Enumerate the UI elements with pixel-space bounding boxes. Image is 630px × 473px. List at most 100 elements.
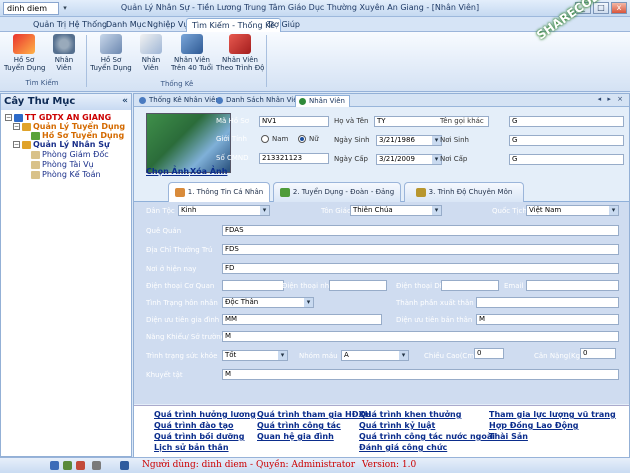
label-ngay-cap: Ngày Cấp (334, 155, 368, 163)
link-tham-gia-luc-luong-vu-trang[interactable]: Tham gia lực lượng vũ trang (489, 410, 616, 419)
version-label: Version: 1.0 (362, 460, 417, 470)
link-danh-gia-cong-chuc[interactable]: Đánh giá công chức (359, 443, 447, 452)
tree-expander-icon[interactable]: − (5, 114, 12, 121)
link-qua-trinh-boi-duong[interactable]: Quá trình bồi dưỡng (154, 432, 244, 441)
que-quan-input[interactable]: FDAS (222, 225, 619, 236)
link-qua-trinh-tham-gia-hdxh[interactable]: Quá trình tham gia HĐXH (257, 410, 371, 419)
tab-trinh-do-chuyen-mon[interactable]: 3. Trình Độ Chuyên Môn (404, 182, 524, 202)
stat-ho-so-tuyen-dung-button[interactable]: Hồ Sơ Tuyển Dụng (90, 34, 132, 72)
folder-icon (14, 113, 23, 122)
link-qua-trinh-ky-luat[interactable]: Quá trình kỷ luật (359, 421, 435, 430)
chieu-cao-input[interactable]: 0 (474, 348, 504, 359)
stat-nhan-vien-tren-40-tuoi-button[interactable]: Nhân Viên Trên 40 Tuổi (170, 34, 214, 72)
so-cmnd-input[interactable]: 213321123 (259, 153, 329, 164)
ngay-cap-datepicker[interactable]: 3/21/2009 (376, 154, 442, 165)
label-que-quan: Quê Quán (146, 227, 182, 235)
label-dien-uu-tien-ban-than: Diện ưu tiên bản thân (396, 316, 473, 324)
link-qua-trinh-huong-luong[interactable]: Quá trình hưởng lương (154, 410, 256, 419)
label-dia-chi-thuong-tru: Địa Chỉ Thường Trú (146, 246, 213, 254)
quick-access-dropdown-icon[interactable]: ▾ (60, 2, 70, 15)
link-lich-su-ban-than[interactable]: Lịch sử bản thân (154, 443, 229, 452)
email-field[interactable] (526, 280, 619, 291)
settings-icon[interactable] (76, 461, 85, 470)
dien-thoai-dd-input[interactable] (441, 280, 499, 291)
dien-thoai-nha-input[interactable] (329, 280, 387, 291)
link-qua-trinh-dao-tao[interactable]: Quá trình đào tạo (154, 421, 234, 430)
gender-female-radio[interactable] (298, 135, 306, 143)
tree-expander-icon[interactable]: − (13, 123, 20, 130)
tab-tro-giup[interactable]: Trợ Giúp (262, 18, 305, 32)
nhom-mau-select[interactable]: A (341, 350, 409, 361)
label-ho-va-ten: Họ và Tên (334, 117, 369, 125)
tree-node-phong-giam-doc[interactable]: Phòng Giám Đốc (31, 150, 109, 159)
dia-chi-thuong-tru-input[interactable]: FDS (222, 244, 619, 255)
tab-nhan-vien[interactable]: Nhân Viên (295, 95, 350, 107)
link-qua-trinh-khen-thuong[interactable]: Quá trình khen thưởng (359, 410, 461, 419)
tree-node-quan-ly-nhan-su[interactable]: − Quản Lý Nhân Sự (13, 140, 110, 149)
collapse-icon[interactable]: « (122, 96, 128, 106)
noi-cap-input[interactable]: G (509, 154, 624, 165)
stat-nhan-vien-theo-trinh-do-button[interactable]: Nhân Viên Theo Trình Độ (216, 34, 264, 72)
label-quoc-tich: Quốc Tịch (492, 207, 527, 215)
tab-tuyen-dung-doan-dang[interactable]: 2. Tuyển Dụng - Đoàn - Đảng (273, 182, 401, 202)
document-icon (31, 131, 40, 140)
tab-thong-ke-nhan-vien[interactable]: Thống Kê Nhân Viên (136, 95, 224, 107)
suc-khoe-select[interactable]: Tốt (222, 350, 288, 361)
document-chart-icon (140, 34, 162, 54)
tab-danh-sach-nhan-vien[interactable]: Danh Sách Nhân Viên (213, 95, 306, 107)
tree-node-phong-ke-toan[interactable]: Phòng Kế Toán (31, 170, 101, 179)
khuyet-tat-input[interactable]: M (222, 369, 619, 380)
language-icon[interactable] (63, 461, 72, 470)
document-icon (139, 97, 146, 104)
choose-photo-link[interactable]: Chọn Ảnh (146, 167, 189, 176)
noi-sinh-input[interactable]: G (509, 135, 624, 146)
tree-expander-icon[interactable]: − (13, 141, 20, 148)
can-nang-input[interactable]: 0 (580, 348, 616, 359)
tree-node-ho-so-tuyen-dung[interactable]: Hồ Sơ Tuyển Dụng (31, 131, 124, 140)
dien-thoai-co-quan-input[interactable] (222, 280, 284, 291)
delete-photo-link[interactable]: Xóa Ảnh (190, 167, 227, 176)
thanh-phan-xuat-than-input[interactable] (476, 297, 619, 308)
link-quan-he-gia-dinh[interactable]: Quan hệ gia đình (257, 432, 334, 441)
label-ten-goi-khac: Tên gọi khác (440, 117, 484, 125)
tinh-trang-hon-nhan-select[interactable]: Độc Thân (222, 297, 314, 308)
tree-node-phong-tai-vu[interactable]: Phòng Tài Vụ (31, 160, 94, 169)
link-thai-san[interactable]: Thài Sản (489, 432, 528, 441)
noi-o-hien-nay-input[interactable]: FD (222, 263, 619, 274)
ton-giao-select[interactable]: Thiên Chúa (350, 205, 442, 216)
title-bar: dinh diem ▾ Quản Lý Nhân Sự - Tiền Lương… (0, 0, 630, 17)
label-dien-thoai-dd: Điện thoại DĐ (396, 282, 446, 290)
link-qua-trinh-cong-tac[interactable]: Quá trình công tác (257, 421, 341, 430)
quoc-tich-select[interactable]: Việt Nam (526, 205, 619, 216)
search-nhan-vien-button[interactable]: Nhân Viên (47, 34, 81, 72)
ngay-sinh-datepicker[interactable]: 3/21/1986 (376, 135, 442, 146)
document-icon (216, 97, 223, 104)
tab-thong-tin-ca-nhan[interactable]: 1. Thông Tin Cá Nhân (168, 182, 270, 202)
label-noi-o-hien-nay: Nơi ở hiện nay (146, 265, 197, 273)
current-user-status: Người dùng: dinh diem - Quyền: Administr… (142, 460, 356, 470)
dien-uu-tien-gia-dinh-input[interactable]: MM (222, 314, 382, 325)
label-noi-cap: Nơi Cấp (440, 155, 468, 163)
dan-toc-select[interactable]: Kinh (178, 205, 270, 216)
ten-goi-khac-input[interactable]: G (509, 116, 624, 127)
ma-ho-so-input[interactable]: NV1 (259, 116, 329, 127)
tree-node-quan-ly-tuyen-dung[interactable]: − Quản Lý Tuyển Dụng (13, 122, 125, 131)
tab-navigation-controls[interactable]: ◂ ▸ × (598, 95, 625, 103)
dien-uu-tien-ban-than-input[interactable]: M (476, 314, 619, 325)
search-ho-so-tuyen-dung-button[interactable]: Hồ Sơ Tuyển Dụng (4, 34, 45, 72)
tree-node-tt-gdtx[interactable]: − TT GDTX AN GIANG (5, 113, 111, 122)
link-qua-trinh-cong-tac-nuoc-ngoai[interactable]: Quá trình công tác nước ngoài (359, 432, 495, 441)
link-hop-dong-lao-dong[interactable]: Hợp Đồng Lao Động (489, 421, 579, 430)
nang-khieu-input[interactable]: M (222, 331, 619, 342)
stat-nhan-vien-button[interactable]: Nhân Viên (134, 34, 168, 72)
label-so-cmnd: Số CMND (216, 154, 249, 162)
gender-male-radio[interactable] (261, 135, 269, 143)
tab-quan-tri-he-thong[interactable]: Quản Trị Hệ Thống (28, 18, 112, 32)
user-card-icon (181, 34, 203, 54)
keyboard-icon[interactable] (50, 461, 59, 470)
quick-access-input[interactable]: dinh diem (3, 2, 59, 15)
label-dien-thoai-nha: Điện thoại nhà (282, 282, 334, 290)
group-label-thong-ke: Thống Kê (160, 80, 194, 88)
tools-icon[interactable] (92, 461, 101, 470)
label-noi-sinh: Nơi Sinh (440, 136, 469, 144)
